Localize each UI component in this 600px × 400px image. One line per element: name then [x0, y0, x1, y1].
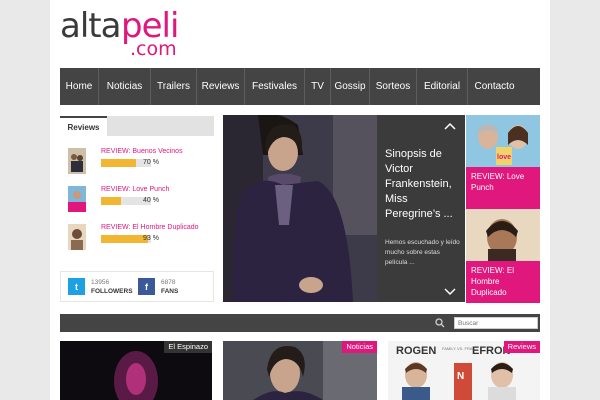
- review-rating-percent: 70 %: [143, 159, 159, 166]
- side-review-card[interactable]: love REVIEW: Love Punch: [466, 115, 540, 209]
- review-rating-percent: 93 %: [143, 235, 159, 242]
- facebook-count: 6878: [161, 279, 176, 286]
- slider-caption: Sinopsis de Victor Frankenstein, Miss Pe…: [377, 115, 465, 302]
- logo-text-alta: alta: [60, 6, 121, 46]
- review-rating-fill: [101, 197, 121, 205]
- search-input[interactable]: [454, 317, 538, 329]
- side-card-image[interactable]: love: [466, 115, 540, 169]
- twitter-label: FOLLOWERS: [91, 288, 133, 295]
- article-card[interactable]: ROGEN FAMILY VS. FRAT EFRON N Reviews: [388, 341, 540, 400]
- nav-item-trailers[interactable]: Trailers: [151, 68, 197, 105]
- review-thumbnail[interactable]: [68, 148, 86, 174]
- twitter-icon[interactable]: t: [68, 278, 85, 295]
- svg-text:love: love: [497, 154, 511, 161]
- side-card-image[interactable]: [466, 209, 540, 263]
- tab-reviews[interactable]: Reviews: [60, 116, 107, 136]
- article-card[interactable]: Noticias: [223, 341, 377, 400]
- nav-item-gossip[interactable]: Gossip: [331, 68, 370, 105]
- review-list-item[interactable]: REVIEW: Buenos Vecinos 70 %: [68, 148, 208, 178]
- search-icon[interactable]: [435, 318, 445, 328]
- review-rating-fill: [101, 235, 148, 243]
- slider-prev-button[interactable]: [443, 121, 457, 131]
- reviews-widget: Reviews REVIEW: Buenos Vecinos 70 % REVI…: [60, 116, 214, 261]
- reviews-tabbar: Reviews: [60, 116, 214, 136]
- review-list-item[interactable]: REVIEW: El Hombre Duplicado 93 %: [68, 224, 208, 254]
- review-rating-percent: 40 %: [143, 197, 159, 204]
- category-badge[interactable]: El Espinazo: [164, 341, 212, 353]
- review-list-item[interactable]: REVIEW: Love Punch 40 %: [68, 186, 208, 216]
- category-badge[interactable]: Noticias: [342, 341, 377, 353]
- review-title[interactable]: REVIEW: Love Punch: [101, 186, 169, 193]
- review-thumbnail[interactable]: [68, 224, 86, 250]
- review-title[interactable]: REVIEW: Buenos Vecinos: [101, 148, 183, 155]
- svg-text:N: N: [457, 371, 464, 382]
- social-counters: t 13956 FOLLOWERS f 6878 FANS: [60, 271, 214, 302]
- category-badge[interactable]: Reviews: [503, 341, 540, 353]
- side-card-caption[interactable]: REVIEW: El Hombre Duplicado: [466, 261, 540, 303]
- chevron-down-icon: [444, 288, 456, 296]
- nav-item-festivales[interactable]: Festivales: [245, 68, 305, 105]
- twitter-count: 13956: [91, 279, 110, 286]
- review-rating-fill: [101, 159, 136, 167]
- nav-item-contacto[interactable]: Contacto: [468, 68, 521, 105]
- review-title[interactable]: REVIEW: El Hombre Duplicado: [101, 224, 199, 231]
- slider-image[interactable]: [223, 115, 377, 302]
- review-thumbnail[interactable]: [68, 186, 86, 212]
- facebook-icon[interactable]: f: [138, 278, 155, 295]
- chevron-up-icon: [444, 122, 456, 130]
- side-review-card[interactable]: REVIEW: El Hombre Duplicado: [466, 209, 540, 303]
- article-card[interactable]: El Espinazo: [60, 341, 212, 400]
- slider-next-button[interactable]: [443, 287, 457, 297]
- facebook-label: FANS: [161, 288, 179, 295]
- main-nav: Home Noticias Trailers Reviews Festivale…: [60, 68, 540, 105]
- search-bar: [60, 314, 540, 332]
- featured-slider: Sinopsis de Victor Frankenstein, Miss Pe…: [223, 115, 465, 302]
- nav-item-tv[interactable]: TV: [305, 68, 331, 105]
- poster-text-rogen: ROGEN: [396, 345, 436, 357]
- side-card-caption[interactable]: REVIEW: Love Punch: [466, 167, 540, 209]
- logo-text-com: .com: [130, 38, 177, 60]
- slider-title[interactable]: Sinopsis de Victor Frankenstein, Miss Pe…: [385, 147, 463, 222]
- nav-item-reviews[interactable]: Reviews: [197, 68, 245, 105]
- nav-item-noticias[interactable]: Noticias: [99, 68, 151, 105]
- nav-item-home[interactable]: Home: [60, 68, 99, 105]
- page-container: alta peli .com Home Noticias Trailers Re…: [50, 0, 550, 400]
- nav-item-sorteos[interactable]: Sorteos: [370, 68, 417, 105]
- poster-text-small: FAMILY VS. FRAT: [442, 346, 475, 351]
- nav-item-editorial[interactable]: Editorial: [417, 68, 468, 105]
- slider-excerpt: Hemos escuchado y leído mucho sobre esta…: [385, 239, 460, 266]
